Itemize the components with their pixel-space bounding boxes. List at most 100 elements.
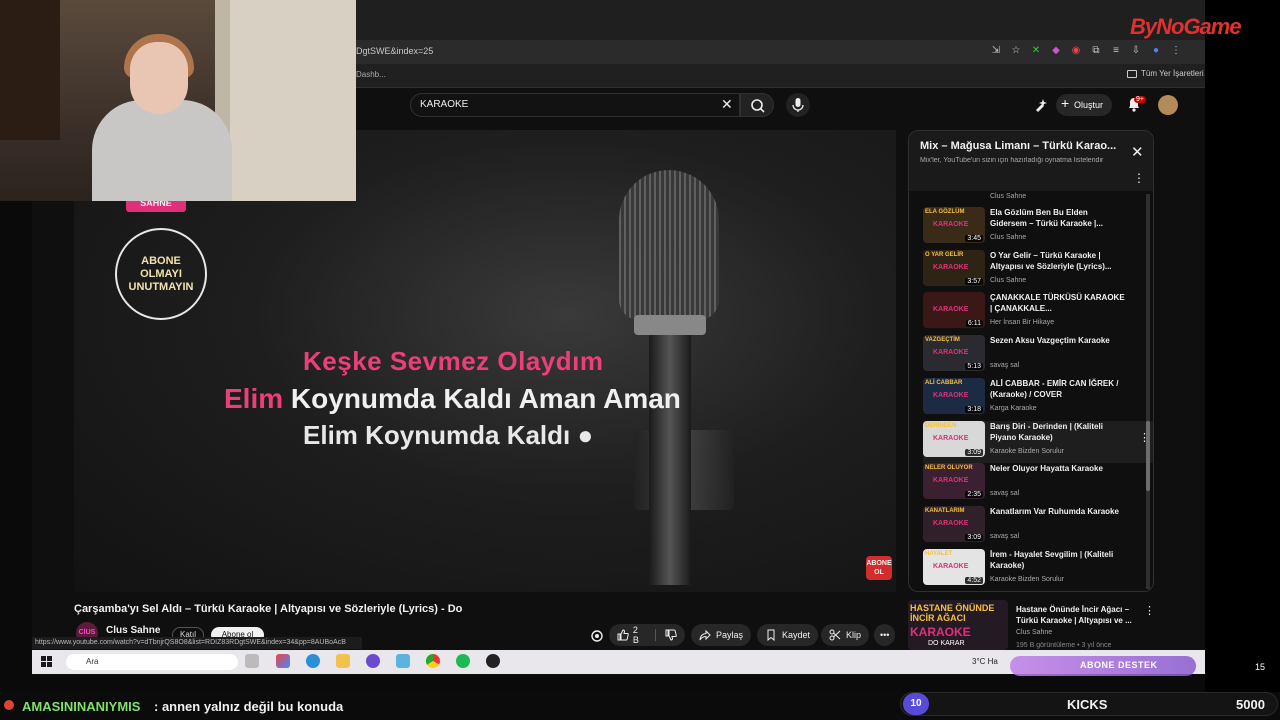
playlist-item[interactable]: O YAR GELİR KARAOKE 3:57 O Yar Gelir – Türk… bbox=[923, 249, 1153, 292]
playlist-item-thumbnail[interactable]: NELER OLUYOR KARAOKE 2:35 bbox=[923, 463, 985, 500]
profile-icon[interactable]: ● bbox=[1150, 45, 1162, 57]
share-button[interactable]: Paylaş bbox=[691, 624, 752, 646]
playlist-item-thumbnail[interactable]: HAYALET KARAOKE 4:52 bbox=[923, 548, 985, 585]
playlist-item[interactable]: KANATLARIM KARAOKE 3:09 Kanatlarım Var Ruhu… bbox=[923, 505, 1153, 548]
playlist-item-title[interactable]: O Yar Gelir – Türkü Karaoke | Altyapısı … bbox=[990, 250, 1125, 272]
playlist-item-thumbnail[interactable]: KANATLARIM KARAOKE 3:09 bbox=[923, 505, 985, 542]
playlist-item-channel[interactable]: Karga Karaoke bbox=[990, 405, 1037, 412]
playlist-item-title[interactable]: ÇANAKKALE TÜRKÜSÜ KARAOKE | ÇANAKKALE... bbox=[990, 292, 1125, 314]
playlist-item-title[interactable]: Barış Diri - Derinden | (Kaliteli Piyano… bbox=[990, 421, 1125, 443]
playlist-item-channel[interactable]: savaş sal bbox=[990, 362, 1019, 369]
video-effects-icon[interactable] bbox=[1033, 97, 1049, 113]
extension-green-icon[interactable]: ✕ bbox=[1030, 45, 1042, 57]
extension-purple-icon[interactable]: ◆ bbox=[1050, 45, 1062, 57]
duration-badge: 2:35 bbox=[965, 491, 983, 499]
recommended-thumbnail[interactable]: HASTANE ÖNÜNDE İNCİR AĞACI KARAOKE DO KAR… bbox=[908, 600, 1008, 650]
recommended-title[interactable]: Hastane Önünde İncir Ağacı – Türkü Karao… bbox=[1016, 604, 1138, 626]
thumb-caption: HAYALET bbox=[925, 550, 953, 557]
channel-name[interactable]: Clus Sahne bbox=[106, 625, 160, 636]
avatar[interactable] bbox=[1158, 95, 1178, 115]
playlist-item[interactable]: HAYALET KARAOKE 4:52 İrem - Hayalet Sevgili… bbox=[923, 548, 1153, 591]
playlist-item[interactable]: KARAOKE 6:11 ÇANAKKALE TÜRKÜSÜ KARAOKE | Ç… bbox=[923, 292, 1153, 334]
playlist-item-title[interactable]: ALİ CABBAR - EMİR CAN İĞREK / (Karaoke) … bbox=[990, 378, 1125, 400]
download-icon[interactable]: ⇩ bbox=[1130, 45, 1142, 57]
menu-dots-icon[interactable]: ⋮ bbox=[1170, 45, 1182, 57]
like-button[interactable]: 2 B bbox=[617, 625, 646, 645]
webcam-overlay bbox=[0, 0, 356, 201]
address-url[interactable]: DgtSWE&index=25 bbox=[356, 46, 433, 56]
thumbs-up-icon bbox=[617, 629, 629, 641]
bookmarks-bar bbox=[356, 64, 1205, 88]
edge-icon[interactable] bbox=[306, 654, 320, 668]
playlist-item-thumbnail[interactable]: ALİ CABBAR KARAOKE 3:18 bbox=[923, 377, 985, 414]
copilot-icon[interactable] bbox=[276, 654, 290, 668]
playlist-scroll-thumb[interactable] bbox=[1146, 421, 1150, 491]
clip-button[interactable]: Klip bbox=[821, 624, 870, 646]
playlist-item-channel[interactable]: Her İnsan Bir Hikaye bbox=[990, 319, 1054, 326]
divider bbox=[655, 629, 657, 641]
bookmark-star-icon[interactable]: ☆ bbox=[1010, 45, 1022, 57]
subscribe-overlay-button[interactable]: ABONE OL bbox=[866, 556, 892, 580]
playlist-item-channel[interactable]: savaş sal bbox=[990, 490, 1019, 497]
file-explorer-icon[interactable] bbox=[336, 654, 350, 668]
playlist-title[interactable]: Mix – Mağusa Limanı – Türkü Karao... bbox=[920, 140, 1120, 152]
obs-icon[interactable] bbox=[486, 654, 500, 668]
playlist-item-channel[interactable]: Karaoke Bizden Sorulur bbox=[990, 576, 1064, 583]
recommended-video[interactable]: HASTANE ÖNÜNDE İNCİR AĞACI KARAOKE DO KAR… bbox=[908, 600, 1155, 650]
playlist-item-thumbnail[interactable]: VAZGEÇTİM KARAOKE 5:13 bbox=[923, 335, 985, 372]
bookshelf bbox=[0, 0, 60, 140]
all-bookmarks[interactable]: Tüm Yer İşaretleri bbox=[1127, 69, 1204, 78]
abone-ol-line-2: OL bbox=[874, 569, 884, 576]
kicks-value: 5000 bbox=[1236, 697, 1265, 712]
playlist-item-thumbnail[interactable]: KARAOKE 6:11 bbox=[923, 292, 985, 329]
playlist-item-title[interactable]: İrem - Hayalet Sevgilim | (Kaliteli Kara… bbox=[990, 549, 1125, 571]
playlist-item-title[interactable]: Sezen Aksu Vazgeçtim Karaoke bbox=[990, 335, 1125, 346]
close-icon[interactable]: ✕ bbox=[1131, 143, 1144, 161]
clear-search-icon[interactable]: ✕ bbox=[721, 96, 733, 113]
weather-widget[interactable]: 3°C Ha bbox=[972, 657, 998, 666]
playlist-item-channel[interactable]: Karaoke Bizden Sorulur bbox=[990, 448, 1064, 455]
search-button[interactable] bbox=[740, 93, 774, 117]
task-view-icon[interactable] bbox=[245, 654, 259, 668]
partial-item-channel: Clus Sahne bbox=[990, 193, 1027, 200]
fx-icon[interactable] bbox=[590, 629, 604, 643]
thumb-title: HASTANE ÖNÜNDE İNCİR AĞACI bbox=[910, 603, 994, 623]
voice-search-button[interactable] bbox=[786, 93, 810, 117]
playlist-item-title[interactable]: Ela Gözlüm Ben Bu Elden Gidersem – Türkü… bbox=[990, 207, 1125, 229]
recommended-more-icon[interactable]: ⋮ bbox=[1144, 604, 1155, 617]
media-control-icon[interactable]: ≡ bbox=[1110, 45, 1122, 57]
playlist-item-thumbnail[interactable]: O YAR GELİR KARAOKE 3:57 bbox=[923, 249, 985, 286]
playlist-item-channel[interactable]: savaş sal bbox=[990, 533, 1019, 540]
mix-playlist-panel: Mix – Mağusa Limanı – Türkü Karao... Mix… bbox=[908, 130, 1154, 592]
save-button[interactable]: Kaydet bbox=[757, 624, 819, 646]
windows-start-icon[interactable] bbox=[41, 656, 52, 667]
playlist-item-thumbnail[interactable]: DERİNDEN KARAOKE 3:09 bbox=[923, 420, 985, 457]
playlist-item[interactable]: ELA GÖZLÜM KARAOKE 3:45 Ela Gözlüm Ben Bu E… bbox=[923, 207, 1153, 249]
playlist-item[interactable]: ALİ CABBAR KARAOKE 3:18 ALİ CABBAR - EMİR C… bbox=[923, 377, 1153, 420]
chrome-icon[interactable] bbox=[426, 654, 440, 668]
playlist-item[interactable]: DERİNDEN KARAOKE 3:09 Barış Diri - Derinden… bbox=[923, 420, 1153, 463]
playlist-item-thumbnail[interactable]: ELA GÖZLÜM KARAOKE 3:45 bbox=[923, 207, 985, 243]
playlist-item-title[interactable]: Kanatlarım Var Ruhumda Karaoke bbox=[990, 506, 1125, 517]
playlist-item-channel[interactable]: Clus Sahne bbox=[990, 234, 1026, 241]
scissors-icon bbox=[829, 629, 841, 641]
settings-icon[interactable] bbox=[396, 654, 410, 668]
recommended-channel[interactable]: Clus Sahne bbox=[1016, 629, 1052, 636]
taskbar-search[interactable]: Ara bbox=[66, 654, 238, 670]
playlist-item-channel[interactable]: Clus Sahne bbox=[990, 277, 1026, 284]
extension-toolbar: ⇲ ☆ ✕ ◆ ◉ ⧉ ≡ ⇩ ● ⋮ bbox=[990, 45, 1182, 57]
playlist-item[interactable]: VAZGEÇTİM KARAOKE 5:13 Sezen Aksu Vazgeçtim… bbox=[923, 335, 1153, 377]
extensions-puzzle-icon[interactable]: ⧉ bbox=[1090, 45, 1102, 57]
lyric-highlight: Elim bbox=[224, 383, 284, 414]
bookmark-item[interactable]: Dashb... bbox=[356, 70, 386, 79]
discord-icon[interactable] bbox=[366, 654, 380, 668]
playlist-scrollbar[interactable] bbox=[1146, 194, 1150, 589]
microphone-graphic bbox=[619, 170, 719, 320]
playlist-item[interactable]: NELER OLUYOR KARAOKE 2:35 Neler Oluyor Haya… bbox=[923, 463, 1153, 505]
playlist-more-icon[interactable]: ⋮ bbox=[1133, 171, 1145, 185]
thumbs-down-icon[interactable] bbox=[665, 629, 677, 641]
install-icon[interactable]: ⇲ bbox=[990, 45, 1002, 57]
spotify-icon[interactable] bbox=[456, 654, 470, 668]
extension-red-icon[interactable]: ◉ bbox=[1070, 45, 1082, 57]
playlist-item-title[interactable]: Neler Oluyor Hayatta Karaoke bbox=[990, 463, 1125, 474]
